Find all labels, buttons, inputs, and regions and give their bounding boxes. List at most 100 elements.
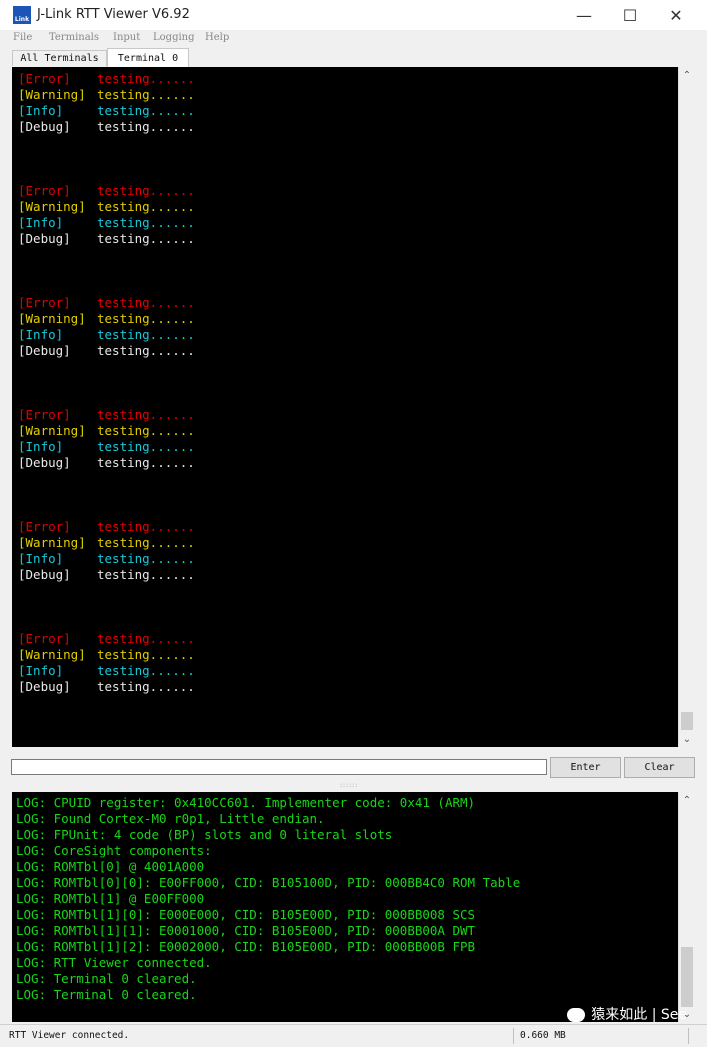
status-divider	[513, 1028, 514, 1044]
terminal-input[interactable]	[11, 759, 547, 775]
terminal-message: testing......	[97, 311, 195, 326]
terminal-tag: [Warning]	[18, 87, 86, 102]
terminal-message: testing......	[97, 423, 195, 438]
terminal-tag: [Debug]	[18, 343, 71, 358]
terminal-message: testing......	[97, 551, 195, 566]
terminal-tag: [Info]	[18, 103, 64, 118]
log-line: LOG: ROMTbl[0][0]: E00FF000, CID: B10510…	[16, 875, 521, 890]
log-line: LOG: Found Cortex-M0 r0p1, Little endian…	[16, 811, 325, 826]
title-bar: Link J-Link RTT Viewer V6.92 — ☐ ✕	[0, 0, 707, 30]
log-line: LOG: FPUnit: 4 code (BP) slots and 0 lit…	[16, 827, 393, 842]
log-line: LOG: ROMTbl[1][1]: E0001000, CID: B105E0…	[16, 923, 476, 938]
terminal-tag: [Info]	[18, 439, 64, 454]
menu-logging[interactable]: Logging	[153, 32, 195, 43]
terminal-message: testing......	[97, 199, 195, 214]
terminal-tag: [Debug]	[18, 679, 71, 694]
terminal-message: testing......	[97, 631, 195, 646]
terminal-message: testing......	[97, 567, 195, 582]
terminal-tag: [Error]	[18, 631, 71, 646]
log-line: LOG: CoreSight components:	[16, 843, 212, 858]
terminal-message: testing......	[97, 519, 195, 534]
log-line: LOG: Terminal 0 cleared.	[16, 971, 197, 986]
scroll-up-icon[interactable]: ⌃	[679, 67, 695, 83]
jlink-logo-icon: Link	[13, 6, 31, 24]
terminal-message: testing......	[97, 439, 195, 454]
terminal-message: testing......	[97, 231, 195, 246]
terminal-message: testing......	[97, 679, 195, 694]
clear-button[interactable]: Clear	[624, 757, 695, 778]
log-scrollbar[interactable]: ⌃ ⌄	[678, 792, 695, 1022]
minimize-button[interactable]: —	[561, 0, 607, 30]
close-button[interactable]: ✕	[653, 0, 699, 30]
terminal-tag: [Warning]	[18, 311, 86, 326]
menu-input[interactable]: Input	[113, 32, 140, 43]
terminal-scroll-thumb[interactable]	[681, 712, 693, 730]
log-scroll-up-icon[interactable]: ⌃	[679, 792, 695, 808]
terminal-message: testing......	[97, 71, 195, 86]
wechat-icon	[567, 1008, 586, 1022]
terminal-tag: [Debug]	[18, 231, 71, 246]
splitter-grip-icon: ::::::	[340, 782, 359, 789]
terminal-output[interactable]: [Error] testing...... [Warning] testing....…	[12, 67, 678, 747]
menu-terminals[interactable]: Terminals	[49, 32, 99, 43]
terminal-message: testing......	[97, 535, 195, 550]
tab-all-terminals[interactable]: All Terminals	[12, 50, 107, 66]
terminal-tag: [Info]	[18, 551, 64, 566]
terminal-message: testing......	[97, 87, 195, 102]
log-line: LOG: ROMTbl[1][0]: E000E000, CID: B105E0…	[16, 907, 476, 922]
status-memory: 0.660 MB	[520, 1030, 566, 1041]
log-line: LOG: CPUID register: 0x410CC601. Impleme…	[16, 795, 476, 810]
status-message: RTT Viewer connected.	[9, 1030, 130, 1041]
terminal-message: testing......	[97, 183, 195, 198]
terminal-tag: [Debug]	[18, 455, 71, 470]
terminal-scrollbar[interactable]: ⌃ ⌄	[678, 67, 695, 747]
tab-terminal-0[interactable]: Terminal 0	[107, 48, 189, 67]
terminal-message: testing......	[97, 215, 195, 230]
terminal-tabs: All Terminals Terminal 0	[0, 48, 707, 67]
menu-file[interactable]: File	[13, 32, 32, 43]
terminal-message: testing......	[97, 663, 195, 678]
terminal-tag: [Error]	[18, 71, 71, 86]
terminal-message: testing......	[97, 103, 195, 118]
terminal-tag: [Info]	[18, 327, 64, 342]
log-line: LOG: Terminal 0 cleared.	[16, 987, 197, 1002]
terminal-message: testing......	[97, 455, 195, 470]
terminal-tag: [Warning]	[18, 647, 86, 662]
terminal-tag: [Debug]	[18, 119, 71, 134]
terminal-tag: [Error]	[18, 519, 71, 534]
log-line: LOG: RTT Viewer connected.	[16, 955, 212, 970]
terminal-tag: [Warning]	[18, 535, 86, 550]
window-title: J-Link RTT Viewer V6.92	[37, 7, 190, 22]
terminal-message: testing......	[97, 119, 195, 134]
terminal-tag: [Error]	[18, 295, 71, 310]
menu-help[interactable]: Help	[205, 32, 229, 43]
terminal-tag: [Info]	[18, 663, 64, 678]
status-bar: RTT Viewer connected. 0.660 MB	[0, 1024, 707, 1047]
status-divider	[688, 1028, 689, 1044]
terminal-message: testing......	[97, 295, 195, 310]
terminal-tag: [Warning]	[18, 199, 86, 214]
log-scroll-thumb[interactable]	[681, 947, 693, 1007]
log-output[interactable]: LOG: CPUID register: 0x410CC601. Impleme…	[12, 792, 678, 1022]
terminal-tag: [Error]	[18, 183, 71, 198]
scroll-down-icon[interactable]: ⌄	[679, 731, 695, 747]
minimize-icon: —	[576, 5, 592, 25]
maximize-button[interactable]: ☐	[607, 0, 653, 30]
terminal-message: testing......	[97, 647, 195, 662]
terminal-message: testing......	[97, 407, 195, 422]
log-line: LOG: ROMTbl[1][2]: E0002000, CID: B105E0…	[16, 939, 476, 954]
terminal-tag: [Info]	[18, 215, 64, 230]
terminal-message: testing......	[97, 327, 195, 342]
terminal-tag: [Debug]	[18, 567, 71, 582]
enter-button[interactable]: Enter	[550, 757, 621, 778]
terminal-tag: [Warning]	[18, 423, 86, 438]
maximize-icon: ☐	[622, 5, 638, 25]
pane-splitter[interactable]: ::::::	[0, 780, 707, 790]
log-line: LOG: ROMTbl[1] @ E00FF000	[16, 891, 205, 906]
terminal-message: testing......	[97, 343, 195, 358]
close-icon: ✕	[669, 5, 683, 25]
log-line: LOG: ROMTbl[0] @ 4001A000	[16, 859, 205, 874]
watermark: 猿来如此 | See	[567, 1004, 687, 1024]
terminal-tag: [Error]	[18, 407, 71, 422]
app-icon-label: Link	[14, 16, 30, 23]
